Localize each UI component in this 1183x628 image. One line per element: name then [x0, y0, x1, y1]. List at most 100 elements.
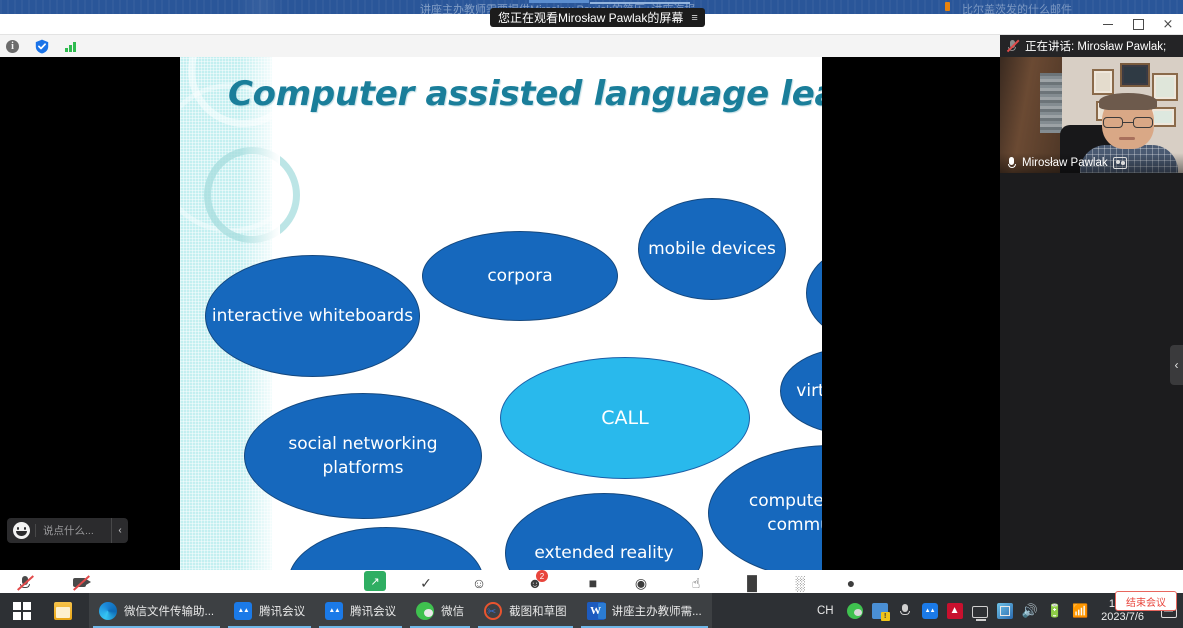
viewing-screen-banner[interactable]: 您正在观看Mirosław Pawlak的屏幕 ≡ [490, 8, 705, 27]
person-add-icon: ☺ [471, 574, 487, 591]
tray-red-app-icon[interactable]: ▲ [946, 602, 963, 619]
toolbar-reactions-button[interactable]: ☝ [683, 572, 709, 593]
tray-microphone-icon[interactable] [897, 603, 913, 619]
tray-warning-icon[interactable] [871, 602, 890, 621]
toolbar-record-button[interactable]: ◉ [628, 572, 654, 593]
maximize-button[interactable] [1123, 14, 1153, 35]
chat-input-bar[interactable]: 说点什么... ‹ [7, 518, 128, 543]
taskbar-item-tencent-meeting-1[interactable]: 腾讯会议 [224, 593, 316, 628]
bubble-interactive-whiteboards[interactable]: interactive whiteboards [205, 255, 420, 377]
close-button[interactable]: × [1153, 14, 1183, 35]
bubble-label: corpora [487, 265, 553, 286]
mic-muted-icon [1006, 39, 1020, 53]
bubble-label: interactive whiteboards [211, 305, 414, 326]
meeting-status-bar: i [0, 35, 1000, 57]
background-window-title-2: 比尔盖茨发的什么邮件 [962, 4, 1072, 14]
banner-menu-icon[interactable]: ≡ [691, 12, 698, 24]
bubble-label: mobile devices [648, 238, 776, 259]
shared-screen-stage: Computer assisted language learning inte… [0, 57, 1000, 593]
bubble-label: social networking platforms [288, 433, 438, 478]
chat-input-placeholder[interactable]: 说点什么... [36, 523, 111, 538]
input-method-indicator[interactable]: CH [817, 605, 834, 617]
presentation-slide: Computer assisted language learning inte… [180, 57, 822, 593]
signal-bars-icon[interactable] [65, 41, 76, 52]
battery-icon[interactable]: 🔋 [1047, 604, 1063, 617]
taskbar-label: 微信 [441, 605, 465, 618]
toolbar-mute-audio-button[interactable] [12, 572, 38, 593]
bubble-computer-mediated-communication[interactable]: computer mediated communication [708, 445, 822, 581]
toolbar-stop-video-button[interactable] [68, 572, 94, 593]
volume-muted-icon[interactable]: 🔊 [1022, 604, 1038, 617]
windows-taskbar: 微信文件传输助... 腾讯会议 腾讯会议 微信 截图和草图 W 讲座主办教师需.… [0, 593, 1183, 628]
toolbar-chat-button[interactable]: ■ [580, 572, 606, 593]
participants-count-badge: 2 [536, 570, 548, 582]
tray-display-icon[interactable] [971, 605, 988, 621]
tencent-meeting-icon [234, 601, 253, 620]
taskbar-item-snip-sketch[interactable]: 截图和草图 [474, 593, 577, 628]
toolbar-security-button[interactable]: ✓ [413, 572, 439, 593]
toolbar-more-button[interactable]: ● [838, 572, 864, 593]
taskbar-label: 腾讯会议 [259, 605, 306, 618]
bubble-label: computer mediated communication [748, 490, 822, 535]
wall-picture-2 [1120, 63, 1150, 87]
taskbar-item-edge[interactable]: 微信文件传输助... [89, 593, 225, 628]
taskbar-item-word[interactable]: W 讲座主办教师需... [576, 593, 712, 628]
minimize-button[interactable] [1093, 14, 1123, 35]
tray-app-icon[interactable] [996, 602, 1013, 619]
tray-wechat-icon[interactable] [846, 602, 863, 619]
whiteboard-icon: ░ [795, 574, 805, 591]
slide-title: Computer assisted language learning [228, 74, 822, 114]
screen: 讲座主办教师需要提供Mirosław Pawlak的简历+讲座海报 比尔盖茨发的… [0, 0, 1183, 628]
wall-picture-1 [1092, 69, 1114, 95]
start-button[interactable] [0, 593, 44, 628]
taskbar-item-file-explorer[interactable] [44, 593, 89, 628]
snip-icon [484, 601, 503, 620]
wifi-icon[interactable]: 📶 [1072, 604, 1088, 617]
bubble-call[interactable]: CALL [500, 357, 750, 479]
bubble-ai[interactable]: AI [806, 248, 822, 338]
toolbar-invite-button[interactable]: ☺ [466, 572, 492, 593]
chat-collapse-button[interactable]: ‹ [111, 518, 128, 543]
camera-off-icon [72, 574, 91, 591]
speaker-mouth [1119, 137, 1135, 140]
leave-meeting-button[interactable]: 结束会议 [1115, 591, 1177, 611]
mic-muted-icon [16, 574, 34, 591]
bubble-virtual-worlds[interactable]: virtual worlds [780, 347, 822, 435]
speaking-now-header: 正在讲话: Mirosław Pawlak; [1000, 35, 1183, 57]
folder-icon [54, 601, 72, 620]
speaker-video-panel: 正在讲话: Mirosław Pawlak; Mirosław Pawlak [1000, 35, 1183, 593]
panel-collapse-tab[interactable]: ‹ [1170, 345, 1183, 385]
viewing-screen-label: 您正在观看Mirosław Pawlak的屏幕 [498, 11, 684, 25]
speaker-video-tile[interactable]: Mirosław Pawlak [1000, 57, 1183, 173]
toolbar-whiteboard-button[interactable]: ░ [787, 572, 813, 593]
taskbar-label: 微信文件传输助... [124, 605, 215, 618]
shield-check-icon[interactable] [35, 39, 49, 54]
toolbar-apps-button[interactable]: ▐▌ [739, 572, 765, 593]
taskbar-label: 腾讯会议 [350, 605, 397, 618]
bubble-label: CALL [601, 406, 649, 429]
toolbar-participants-button[interactable]: ☻ 2 [522, 570, 548, 593]
bubble-corpora[interactable]: corpora [422, 231, 618, 321]
participant-name-label: Mirosław Pawlak [1022, 157, 1108, 169]
bookshelf-books [1040, 73, 1062, 133]
speaking-now-label: 正在讲话: Mirosław Pawlak; [1025, 41, 1167, 53]
participant-name-bar: Mirosław Pawlak [1000, 153, 1183, 173]
taskbar-item-wechat[interactable]: 微信 [406, 593, 475, 628]
apps-icon: ▐▌ [742, 574, 762, 591]
bubble-mobile-devices[interactable]: mobile devices [638, 198, 786, 300]
bubble-social-networking-platforms[interactable]: social networking platforms [244, 393, 482, 519]
shield-icon: ✓ [420, 574, 432, 591]
tray-tencent-meeting-icon[interactable] [921, 602, 938, 619]
tencent-meeting-icon [325, 601, 344, 620]
speaker-hair [1099, 93, 1157, 110]
window-controls: × [1093, 14, 1183, 35]
info-icon[interactable]: i [6, 39, 19, 53]
emoji-icon[interactable] [13, 522, 30, 539]
record-icon: ◉ [634, 574, 648, 591]
windows-logo-icon [13, 601, 31, 620]
edge-icon [99, 601, 117, 620]
taskbar-item-tencent-meeting-2[interactable]: 腾讯会议 [315, 593, 407, 628]
toolbar-share-screen-button[interactable]: ↗ [364, 571, 386, 591]
mic-active-icon [1006, 156, 1017, 170]
bubble-label: virtual worlds [796, 380, 822, 401]
